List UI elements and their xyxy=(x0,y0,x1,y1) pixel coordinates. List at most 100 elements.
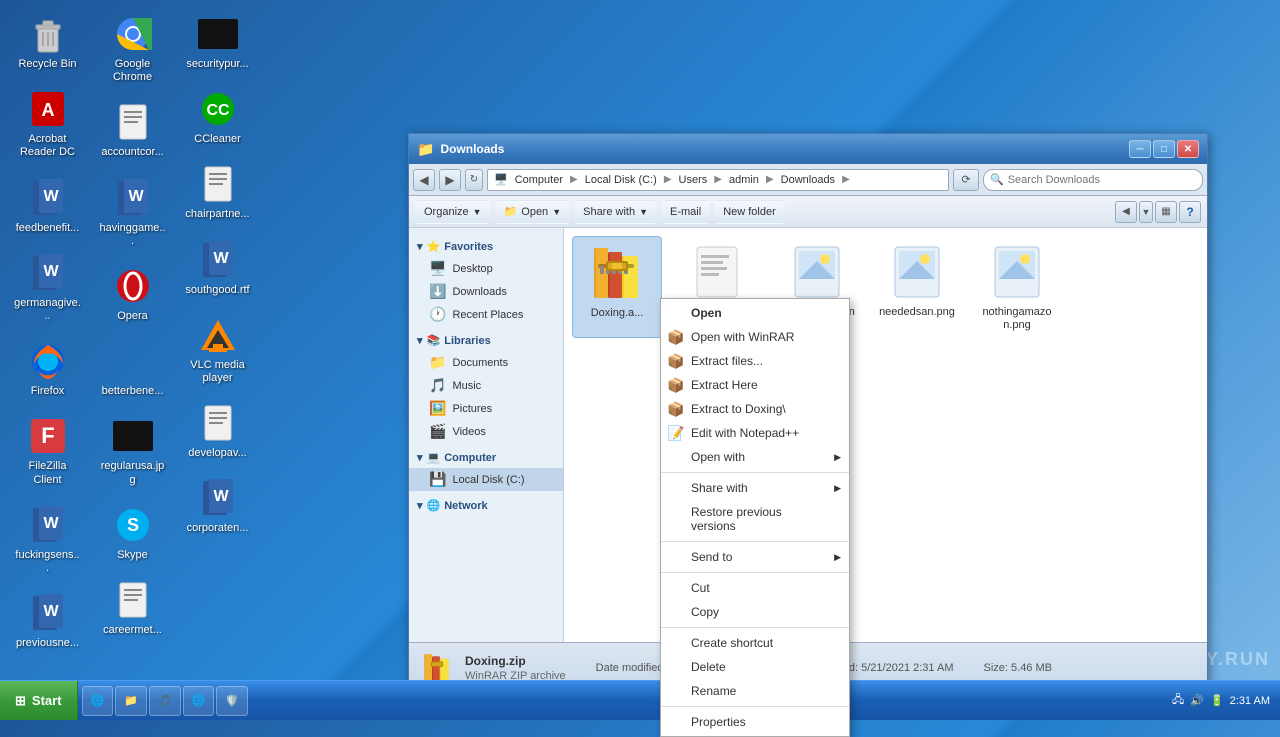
sidebar-item-local-disk[interactable]: 💾 Local Disk (C:) xyxy=(409,468,563,491)
taskbar-item-chrome-tb[interactable]: 🌐 xyxy=(183,686,215,716)
previousne-icon: W xyxy=(28,593,68,633)
path-users[interactable]: Users xyxy=(676,173,711,187)
context-rename[interactable]: Rename xyxy=(661,679,849,703)
context-open-winrar[interactable]: 📦 Open with WinRAR xyxy=(661,325,849,349)
desktop-icon-vlc[interactable]: VLC media player xyxy=(180,311,255,389)
window-title-icon: 📁 xyxy=(417,141,434,158)
context-create-shortcut[interactable]: Create shortcut xyxy=(661,631,849,655)
toolbar: Organize ▼ 📁 Open ▼ Share with ▼ E-mail … xyxy=(409,196,1207,228)
context-open-with[interactable]: Open with xyxy=(661,445,849,469)
desktop-icon-acrobat[interactable]: A Acrobat Reader DC xyxy=(10,85,85,163)
taskbar-item-ie[interactable]: 🌐 xyxy=(82,686,114,716)
feedbenefit-icon: W xyxy=(28,178,68,218)
context-cut[interactable]: Cut xyxy=(661,576,849,600)
sidebar-computer-header[interactable]: ▾ 💻 Computer xyxy=(409,447,563,468)
desktop-icon-recycle-bin[interactable]: Recycle Bin xyxy=(10,10,85,75)
southgood-label: southgood.rtf xyxy=(185,284,249,297)
desktop-icon-corporaten[interactable]: W corporaten... xyxy=(180,474,255,539)
taskbar-item-antivirus[interactable]: 🛡️ xyxy=(216,686,248,716)
context-edit-notepad[interactable]: 📝 Edit with Notepad++ xyxy=(661,421,849,445)
desktop-icon-accountcor[interactable]: accountcor... xyxy=(95,98,170,163)
sidebar-item-desktop[interactable]: 🖥️ Desktop xyxy=(409,257,563,280)
search-box: 🔍 xyxy=(983,169,1203,191)
desktop-icon-germanagive[interactable]: W germanagive... xyxy=(10,249,85,327)
organize-button[interactable]: Organize ▼ xyxy=(415,200,491,224)
context-share-with[interactable]: Share with xyxy=(661,476,849,500)
germanagive-label: germanagive... xyxy=(14,297,81,323)
sidebar-libraries-header[interactable]: ▾ 📚 Libraries xyxy=(409,330,563,351)
desktop-icon-opera[interactable]: Opera xyxy=(95,262,170,327)
address-icon: 🖥️ xyxy=(494,173,508,186)
desktop-icon-havinggame[interactable]: W havinggame... xyxy=(95,174,170,252)
desktop-icon-developav[interactable]: developav... xyxy=(180,399,255,464)
sidebar-item-videos[interactable]: 🎬 Videos xyxy=(409,420,563,443)
svg-text:A: A xyxy=(41,100,54,120)
sidebar-item-pictures[interactable]: 🖼️ Pictures xyxy=(409,397,563,420)
context-extract-here[interactable]: 📦 Extract Here xyxy=(661,373,849,397)
share-button[interactable]: Share with ▼ xyxy=(574,200,657,224)
computer-icon-sidebar: 💻 xyxy=(427,451,441,464)
context-delete[interactable]: Delete xyxy=(661,655,849,679)
file-item-neededsan[interactable]: neededsan.png xyxy=(872,236,962,338)
path-admin[interactable]: admin xyxy=(726,173,762,187)
sidebar-item-music[interactable]: 🎵 Music xyxy=(409,374,563,397)
back-button[interactable]: ◀ xyxy=(413,169,435,191)
context-extract-to[interactable]: 📦 Extract to Doxing\ xyxy=(661,397,849,421)
context-open[interactable]: Open xyxy=(661,301,849,325)
path-refresh-btn[interactable]: ⟳ xyxy=(953,169,979,191)
path-arrow-2: ▶ xyxy=(664,174,672,185)
path-computer[interactable]: Computer xyxy=(512,173,566,187)
svg-text:W: W xyxy=(43,515,59,532)
refresh-button[interactable]: ↻ xyxy=(465,169,483,191)
libraries-icon: 📚 xyxy=(427,334,441,347)
close-button[interactable]: ✕ xyxy=(1177,140,1199,158)
tray-time: 2:31 AM xyxy=(1230,695,1270,707)
developav-icon xyxy=(198,403,238,443)
sidebar-favorites-header[interactable]: ▾ ⭐ Favorites xyxy=(409,236,563,257)
desktop-icon-southgood[interactable]: W southgood.rtf xyxy=(180,236,255,301)
sidebar-item-downloads[interactable]: ⬇️ Downloads xyxy=(409,280,563,303)
path-local-disk[interactable]: Local Disk (C:) xyxy=(582,173,660,187)
desktop-icon-firefox[interactable]: Firefox xyxy=(10,337,85,402)
open-button[interactable]: 📁 Open ▼ xyxy=(495,200,571,224)
sidebar-item-recent[interactable]: 🕐 Recent Places xyxy=(409,303,563,326)
desktop-icon-fuckingsens[interactable]: W fuckingsens... xyxy=(10,501,85,579)
desktop-icon-feedbenefit[interactable]: W feedbenefit... xyxy=(10,174,85,239)
file-item-doxing-zip[interactable]: Doxing.a... xyxy=(572,236,662,338)
context-properties[interactable]: Properties xyxy=(661,710,849,734)
taskbar-item-explorer[interactable]: 📁 xyxy=(115,686,147,716)
desktop-icon-regularusa[interactable]: regularusa.jpg xyxy=(95,412,170,490)
file-item-nothingamazon[interactable]: nothingamazon.png xyxy=(972,236,1062,338)
desktop-icon-betterbene[interactable]: betterbene... xyxy=(95,337,170,402)
sidebar-network-header[interactable]: ▾ 🌐 Network xyxy=(409,495,563,516)
desktop-icon-skype[interactable]: S Skype xyxy=(95,501,170,566)
new-folder-button[interactable]: New folder xyxy=(714,200,785,224)
context-extract-files[interactable]: 📦 Extract files... xyxy=(661,349,849,373)
maximize-button[interactable]: □ xyxy=(1153,140,1175,158)
path-downloads[interactable]: Downloads xyxy=(778,173,838,187)
desktop-icon-careermet[interactable]: careermet... xyxy=(95,576,170,641)
securitypur-label: securitypur... xyxy=(186,58,248,71)
help-button[interactable]: ? xyxy=(1179,201,1201,223)
view-list-button[interactable]: ▦ xyxy=(1155,201,1177,223)
search-input[interactable] xyxy=(1008,174,1196,186)
status-info: Doxing.zip WinRAR ZIP archive xyxy=(465,654,566,682)
desktop-icon-filezilla[interactable]: F FileZilla Client xyxy=(10,412,85,490)
forward-button[interactable]: ▶ xyxy=(439,169,461,191)
desktop-icon-securitypur[interactable]: securitypur... xyxy=(180,10,255,75)
view-dropdown-button[interactable]: ▼ xyxy=(1139,201,1153,223)
email-button[interactable]: E-mail xyxy=(661,200,710,224)
view-prev-button[interactable]: ◀ xyxy=(1115,201,1137,223)
desktop-icon-chrome[interactable]: Google Chrome xyxy=(95,10,170,88)
context-send-to[interactable]: Send to xyxy=(661,545,849,569)
minimize-button[interactable]: ─ xyxy=(1129,140,1151,158)
context-restore-versions[interactable]: Restore previous versions xyxy=(661,500,849,538)
desktop-icon-chairpartne[interactable]: chairpartne... xyxy=(180,160,255,225)
sidebar-item-documents[interactable]: 📁 Documents xyxy=(409,351,563,374)
taskbar-item-wmp[interactable]: 🎵 xyxy=(149,686,181,716)
start-button[interactable]: ⊞ Start xyxy=(0,681,78,720)
careermet-label: careermet... xyxy=(103,624,162,637)
desktop-icon-ccleaner[interactable]: CC CCleaner xyxy=(180,85,255,150)
desktop-icon-previousne[interactable]: W previousne... xyxy=(10,589,85,654)
context-copy[interactable]: Copy xyxy=(661,600,849,624)
